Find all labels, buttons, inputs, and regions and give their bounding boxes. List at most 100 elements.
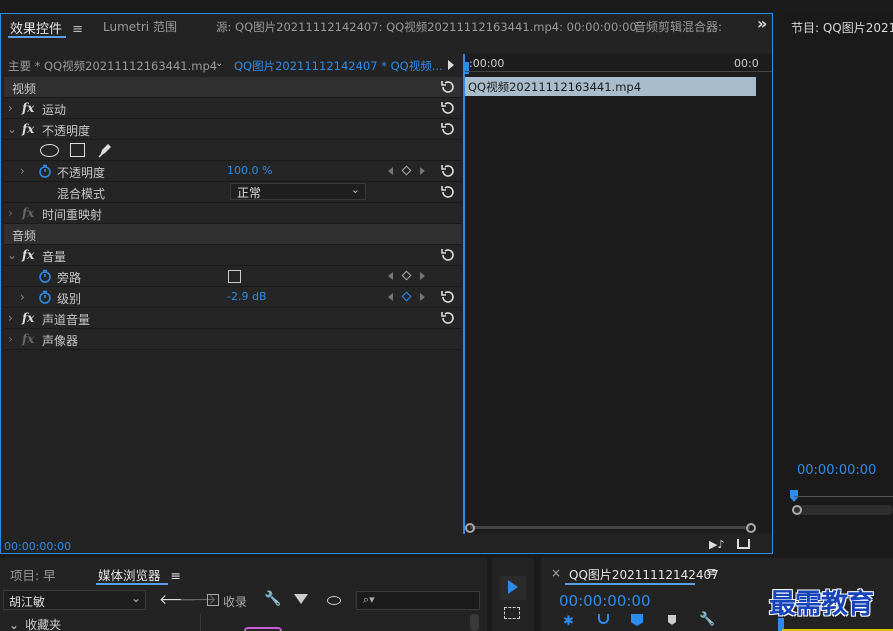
program-title[interactable]: 节目: QQ图片2021111 xyxy=(791,19,893,36)
tab-audio-clip-mixer[interactable]: 音频剪辑混合器: xyxy=(634,18,722,35)
tab-media-browser[interactable]: 媒体浏览器 ≡ xyxy=(98,565,181,584)
reset-icon[interactable] xyxy=(440,79,456,95)
view-eye-icon[interactable] xyxy=(327,596,341,605)
snap-icon[interactable]: ✱ xyxy=(563,614,574,629)
master-clip-label[interactable]: 主要 * QQ视频20211112163441.mp4 xyxy=(8,58,217,74)
effect-label: 运动 xyxy=(42,103,67,117)
selection-tool-icon[interactable] xyxy=(500,576,526,600)
expand-chevron-icon[interactable]: › xyxy=(20,164,25,178)
timeline-scrollbar[interactable] xyxy=(470,526,750,529)
level-value[interactable]: -2.9 dB xyxy=(227,290,267,303)
expand-chevron-icon[interactable]: › xyxy=(8,332,13,346)
effect-row-motion[interactable]: › fx 运动 xyxy=(4,98,462,119)
expand-chevron-icon[interactable]: › xyxy=(20,290,25,304)
section-video[interactable]: 视频 xyxy=(4,77,462,98)
search-input[interactable]: ⌕▾ xyxy=(356,591,480,610)
prev-keyframe-icon[interactable] xyxy=(388,272,393,280)
reset-icon[interactable] xyxy=(440,310,456,326)
prev-keyframe-icon[interactable] xyxy=(388,293,393,301)
favorites-item[interactable]: ⌄ 收藏夹 xyxy=(9,616,61,631)
tab-overflow-icon[interactable]: » xyxy=(757,14,767,33)
panel-menu-icon[interactable]: ≡ xyxy=(706,565,717,580)
fx-icon: fx xyxy=(22,206,35,220)
expand-chevron-icon[interactable]: › xyxy=(8,206,13,220)
bypass-checkbox[interactable] xyxy=(228,270,241,283)
add-keyframe-icon[interactable] xyxy=(401,165,412,176)
collapse-chevron-icon[interactable]: ⌄ xyxy=(7,122,17,136)
tab-lumetri-scopes[interactable]: Lumetri 范围 xyxy=(103,18,177,35)
stopwatch-icon[interactable] xyxy=(38,269,52,283)
sequence-timecode[interactable]: 00:00:00:00 xyxy=(559,592,651,610)
dropdown-value: 正常 xyxy=(237,186,262,200)
effect-label: 不透明度 xyxy=(42,124,91,138)
effect-row-time-remap[interactable]: › fx 时间重映射 xyxy=(4,203,462,224)
fx-icon[interactable]: fx xyxy=(22,122,34,136)
blend-mode-dropdown[interactable]: 正常 ⌄ xyxy=(230,183,366,200)
reset-icon[interactable] xyxy=(440,247,456,263)
reset-icon[interactable] xyxy=(440,184,456,200)
fx-icon: fx xyxy=(22,332,35,346)
add-keyframe-icon[interactable] xyxy=(401,291,412,302)
sequence-title[interactable]: QQ图片20211112142407 xyxy=(569,566,719,583)
search-icon: ⌕▾ xyxy=(363,593,375,606)
settings-wrench-icon[interactable]: 🔧 xyxy=(699,612,715,627)
clip-bar[interactable]: QQ视频20211112163441.mp4 xyxy=(465,77,756,96)
current-time[interactable]: 00:00:00:00 xyxy=(4,540,71,553)
expand-chevron-icon[interactable]: › xyxy=(8,101,13,115)
export-frame-icon[interactable] xyxy=(737,539,750,549)
opacity-value[interactable]: 100.0 % xyxy=(227,164,272,177)
property-row-bypass[interactable]: 旁路 xyxy=(4,266,462,287)
fx-icon[interactable]: fx xyxy=(22,101,34,115)
show-timeline-icon[interactable] xyxy=(448,60,454,70)
tab-effect-controls[interactable]: 效果控件 ≡ xyxy=(10,18,83,37)
sequence-clip-label[interactable]: QQ图片20211112142407 * QQ视频... xyxy=(234,58,443,74)
effect-row-channel-volume[interactable]: › fx 声道音量 xyxy=(4,308,462,329)
effect-row-panner[interactable]: › fx 声像器 xyxy=(4,329,462,350)
collect-checkbox[interactable] xyxy=(207,594,219,606)
prev-keyframe-icon[interactable] xyxy=(388,167,393,175)
ellipse-mask-icon[interactable] xyxy=(40,144,59,157)
filter-icon[interactable] xyxy=(294,594,308,604)
reset-icon[interactable] xyxy=(440,121,456,137)
program-scrollbar[interactable] xyxy=(793,505,893,515)
fx-icon[interactable]: fx xyxy=(22,311,34,325)
stopwatch-icon[interactable] xyxy=(38,164,52,178)
next-keyframe-icon[interactable] xyxy=(420,293,425,301)
add-keyframe-icon[interactable] xyxy=(401,270,412,281)
effect-row-opacity[interactable]: ⌄ fx 不透明度 xyxy=(4,119,462,140)
timeline-playhead-icon[interactable] xyxy=(463,62,469,74)
tab-source[interactable]: 源: QQ图片20211112142407: QQ视频2021111216344… xyxy=(216,19,637,35)
play-audio-icon[interactable]: ▶♪ xyxy=(709,538,724,551)
track-select-tool-icon[interactable] xyxy=(504,607,520,619)
next-keyframe-icon[interactable] xyxy=(420,167,425,175)
collapse-chevron-icon[interactable]: ⌄ xyxy=(7,248,17,262)
section-audio[interactable]: 音频 xyxy=(4,224,462,245)
location-dropdown[interactable]: 胡江敏 ⌄ xyxy=(3,590,146,610)
project-scrollbar[interactable] xyxy=(470,614,479,631)
reset-icon[interactable] xyxy=(440,100,456,116)
rectangle-mask-icon[interactable] xyxy=(70,143,85,157)
reset-icon[interactable] xyxy=(440,289,456,305)
timeline-scroll-left[interactable] xyxy=(465,523,475,533)
close-icon[interactable]: × xyxy=(551,566,561,580)
wrench-icon[interactable]: 🔧 xyxy=(264,591,281,607)
panel-menu-icon[interactable]: ≡ xyxy=(171,568,181,583)
expand-chevron-icon[interactable]: › xyxy=(8,311,13,325)
program-scroll-handle[interactable] xyxy=(792,505,802,515)
next-keyframe-icon[interactable] xyxy=(420,272,425,280)
effect-row-volume[interactable]: ⌄ fx 音量 xyxy=(4,245,462,266)
panel-menu-icon[interactable]: ≡ xyxy=(72,22,83,37)
pen-mask-icon[interactable] xyxy=(97,142,113,158)
reset-icon[interactable] xyxy=(440,163,456,179)
stopwatch-icon[interactable] xyxy=(38,290,52,304)
tab-project[interactable]: 项目: 早 xyxy=(10,565,56,584)
program-timecode[interactable]: 00:00:00:00 xyxy=(797,463,876,478)
property-row-blend-mode[interactable]: 混合模式 正常 ⌄ xyxy=(4,182,462,203)
master-chevron-icon[interactable]: ⌄ xyxy=(215,58,223,69)
fx-icon[interactable]: fx xyxy=(22,248,34,262)
property-row-opacity[interactable]: › 不透明度 100.0 % xyxy=(4,161,462,182)
timeline-scroll-right[interactable] xyxy=(746,523,756,533)
timeline-end-time: 00:0 xyxy=(734,57,759,70)
property-row-level[interactable]: › 级别 -2.9 dB xyxy=(4,287,462,308)
effect-label: 声像器 xyxy=(42,334,79,348)
